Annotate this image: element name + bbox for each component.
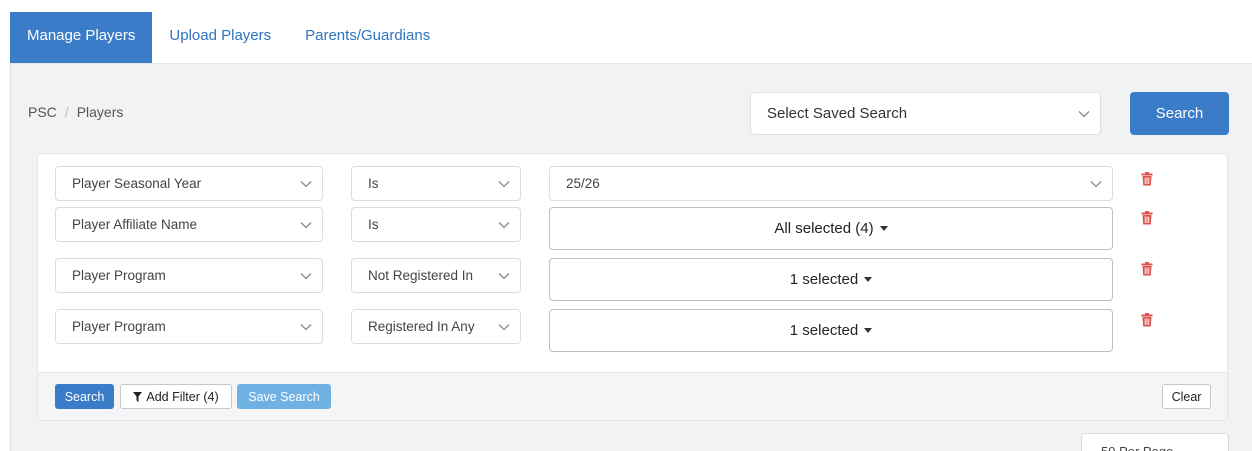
filter-multiselect-button[interactable]: All selected (4) — [549, 207, 1113, 250]
filter-field-select[interactable]: Player Affiliate Name — [55, 207, 323, 242]
tab-upload-players[interactable]: Upload Players — [152, 12, 288, 64]
trash-icon[interactable] — [1141, 313, 1153, 327]
chevron-down-icon — [300, 323, 312, 331]
trash-icon[interactable] — [1141, 262, 1153, 276]
filter-field-select[interactable]: Player Program — [55, 309, 323, 344]
filter-operator-select[interactable]: Registered In Any — [351, 309, 521, 344]
filter-operator-value: Is — [368, 217, 379, 232]
filter-field-value: Player Program — [72, 319, 166, 334]
filter-field-select[interactable]: Player Program — [55, 258, 323, 293]
per-page-select[interactable]: 50 Per Page — [1081, 433, 1229, 451]
chevron-down-icon — [1090, 180, 1102, 188]
chevron-down-icon — [498, 221, 510, 229]
filter-field-value: Player Seasonal Year — [72, 176, 202, 191]
filter-icon — [133, 391, 143, 402]
chevron-down-icon — [498, 272, 510, 280]
save-search-button[interactable]: Save Search — [237, 384, 331, 409]
add-filter-button[interactable]: Add Filter (4) — [120, 384, 232, 409]
chevron-down-icon — [300, 272, 312, 280]
tab-manage-players[interactable]: Manage Players — [10, 12, 153, 64]
saved-search-value: Select Saved Search — [767, 105, 908, 122]
filter-field-value: Player Program — [72, 268, 166, 283]
breadcrumb-item-players: Players — [76, 104, 124, 120]
tab-parents-guardians[interactable]: Parents/Guardians — [288, 12, 447, 64]
caret-down-icon — [864, 277, 873, 282]
chevron-down-icon — [300, 180, 312, 188]
breadcrumb-item-psc[interactable]: PSC — [28, 104, 57, 120]
filter-field-value: Player Affiliate Name — [72, 217, 198, 232]
filter-operator-select[interactable]: Is — [351, 166, 521, 201]
caret-down-icon — [879, 226, 888, 231]
saved-search-select[interactable]: Select Saved Search — [750, 92, 1101, 135]
filter-operator-value: Registered In Any — [368, 319, 475, 334]
trash-icon[interactable] — [1141, 211, 1153, 225]
chevron-down-icon — [498, 323, 510, 331]
filter-multiselect-label: 1 selected — [789, 271, 859, 288]
filter-multiselect-label: All selected (4) — [774, 220, 874, 237]
filter-value-select[interactable]: 25/26 — [549, 166, 1113, 201]
filter-field-select[interactable]: Player Seasonal Year — [55, 166, 323, 201]
filter-multiselect-label: 1 selected — [789, 322, 859, 339]
filter-operator-value: Is — [368, 176, 379, 191]
tab-bar: Manage Players Upload Players Parents/Gu… — [10, 12, 447, 64]
filter-multiselect-button[interactable]: 1 selected — [549, 309, 1113, 352]
filter-operator-select[interactable]: Not Registered In — [351, 258, 521, 293]
chevron-down-icon — [1078, 110, 1090, 118]
add-filter-label: Add Filter (4) — [146, 389, 219, 404]
breadcrumb: PSC / Players — [28, 104, 123, 120]
breadcrumb-separator: / — [64, 104, 69, 120]
filter-operator-select[interactable]: Is — [351, 207, 521, 242]
filter-operator-value: Not Registered In — [368, 268, 474, 283]
chevron-down-icon — [300, 221, 312, 229]
filter-multiselect-button[interactable]: 1 selected — [549, 258, 1113, 301]
clear-button[interactable]: Clear — [1162, 384, 1211, 409]
filter-value-text: 25/26 — [566, 176, 600, 191]
search-button[interactable]: Search — [1130, 92, 1229, 135]
trash-icon[interactable] — [1141, 172, 1153, 186]
chevron-down-icon — [498, 180, 510, 188]
caret-down-icon — [864, 328, 873, 333]
filter-search-button[interactable]: Search — [55, 384, 114, 409]
